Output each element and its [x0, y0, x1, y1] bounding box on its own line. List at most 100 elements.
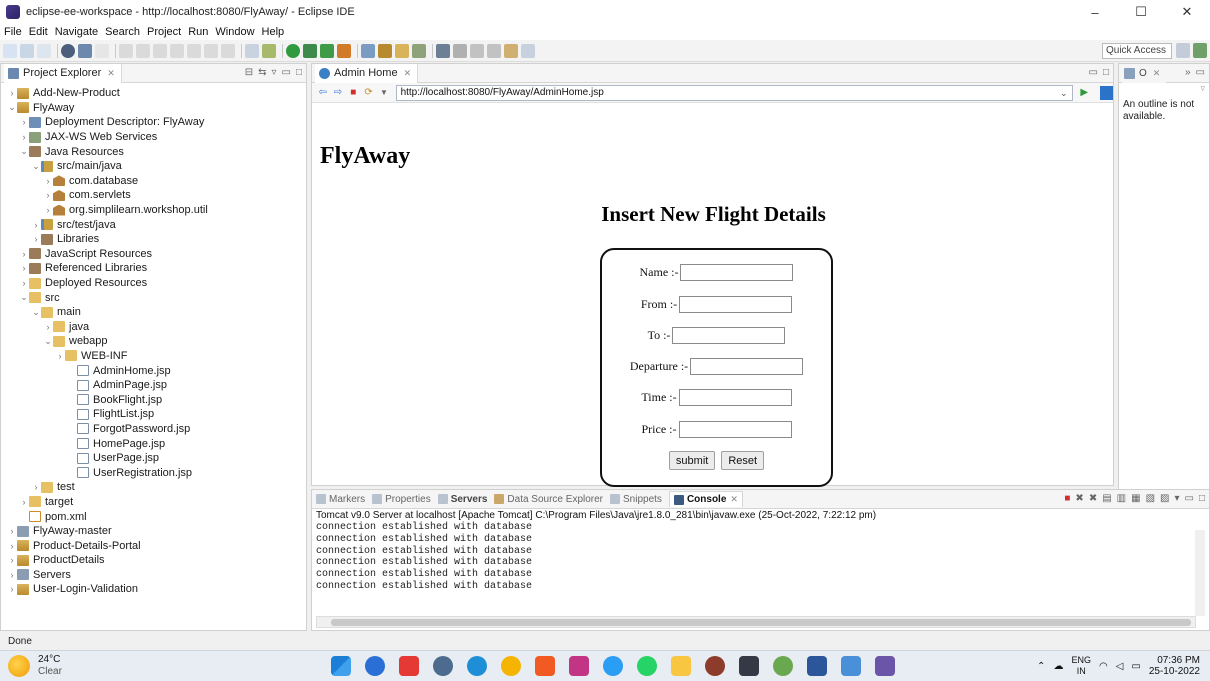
tree-item[interactable]: ⌄ src/main/java	[1, 159, 306, 174]
tree-item[interactable]: BookFlight.jsp	[1, 392, 306, 407]
chevron-right-icon[interactable]: ›	[43, 322, 53, 332]
close-tab-icon[interactable]: ✕	[404, 68, 412, 79]
minimize-view-icon[interactable]: ▭	[1185, 493, 1194, 504]
chevron-right-icon[interactable]: ›	[7, 570, 17, 580]
view-menu-icon[interactable]: ▿	[271, 67, 276, 78]
previous-annotation-icon[interactable]	[487, 43, 501, 58]
tree-item[interactable]: ⌄ webapp	[1, 334, 306, 349]
step-over-icon[interactable]	[204, 43, 218, 58]
terminal-icon[interactable]	[78, 43, 92, 58]
tree-item[interactable]: › org.simplilearn.workshop.util	[1, 203, 306, 218]
tree-item[interactable]: FlightList.jsp	[1, 407, 306, 422]
close-tab-icon[interactable]: ✕	[730, 494, 738, 505]
console-output[interactable]: connection established with database con…	[312, 522, 1209, 593]
tree-item[interactable]: › src/test/java	[1, 217, 306, 232]
forward-icon[interactable]	[521, 43, 535, 58]
maximize-view-icon[interactable]: □	[1199, 493, 1205, 504]
open-type-icon[interactable]	[245, 43, 259, 58]
menu-help[interactable]: Help	[262, 26, 285, 38]
tree-item[interactable]: › JAX-WS Web Services	[1, 130, 306, 145]
minimize-view-icon[interactable]: ▭	[1196, 67, 1205, 78]
submit-button[interactable]: submit	[668, 451, 716, 470]
open-external-browser-icon[interactable]	[1099, 85, 1114, 100]
weather-widget[interactable]: 24°C Clear	[8, 654, 62, 678]
close-tab-icon[interactable]: ✕	[1153, 68, 1161, 79]
tree-item[interactable]: › java	[1, 320, 306, 335]
wifi-icon[interactable]: ◠	[1099, 661, 1108, 672]
chrome-icon[interactable]	[501, 656, 521, 676]
word-wrap-icon[interactable]: ▦	[1131, 493, 1140, 504]
open-perspective-button[interactable]	[1176, 43, 1190, 58]
chevron-up-icon[interactable]: ⌃	[1037, 661, 1045, 672]
terminate-icon[interactable]	[153, 43, 167, 58]
tree-item[interactable]: › Libraries	[1, 232, 306, 247]
language-indicator[interactable]: ENG IN	[1071, 655, 1091, 677]
word-icon[interactable]	[807, 656, 827, 676]
whatsapp-icon[interactable]	[637, 656, 657, 676]
tree-item[interactable]: › WEB-INF	[1, 349, 306, 364]
tree-item[interactable]: › FlyAway-master	[1, 524, 306, 539]
chevron-right-icon[interactable]: ›	[7, 541, 17, 551]
quick-access-field[interactable]: Quick Access	[1102, 43, 1172, 59]
eclipse-taskbar-icon[interactable]	[875, 656, 895, 676]
chevron-right-icon[interactable]: ›	[43, 205, 53, 215]
instagram-icon[interactable]	[569, 656, 589, 676]
tree-item[interactable]: ForgotPassword.jsp	[1, 422, 306, 437]
edge-icon[interactable]	[467, 656, 487, 676]
tab-markers[interactable]: Markers	[316, 494, 365, 505]
back-icon[interactable]	[504, 43, 518, 58]
menu-file[interactable]: File	[4, 26, 22, 38]
tree-item[interactable]: AdminPage.jsp	[1, 378, 306, 393]
tab-properties[interactable]: Properties	[372, 494, 431, 505]
volume-icon[interactable]: ◁	[1116, 661, 1124, 672]
departure-input[interactable]	[690, 358, 804, 375]
display-selected-console-icon[interactable]: ▨	[1160, 493, 1169, 504]
tree-item[interactable]: › com.database	[1, 174, 306, 189]
clear-console-icon[interactable]: ▤	[1102, 493, 1111, 504]
spring-icon[interactable]	[773, 656, 793, 676]
coverage-icon[interactable]	[303, 43, 317, 58]
tree-item[interactable]: › JavaScript Resources	[1, 247, 306, 262]
tab-snippets[interactable]: Snippets	[610, 494, 662, 505]
menu-window[interactable]: Window	[215, 26, 254, 38]
url-dropdown-icon[interactable]: ⌄	[1060, 86, 1068, 100]
tree-item[interactable]: ⌄ Java Resources	[1, 144, 306, 159]
url-input[interactable]: http://localhost:8080/FlyAway/AdminHome.…	[395, 84, 1073, 101]
battery-icon[interactable]: ▭	[1131, 661, 1140, 672]
new-package-icon[interactable]	[378, 43, 392, 58]
open-console-icon[interactable]: ▾	[1174, 493, 1179, 504]
minimize-view-icon[interactable]: ▭	[282, 67, 291, 78]
reset-button[interactable]: Reset	[721, 451, 765, 470]
tree-item[interactable]: › Add-New-Product	[1, 86, 306, 101]
chevron-right-icon[interactable]: ›	[19, 263, 29, 273]
tree-item[interactable]: › ProductDetails	[1, 553, 306, 568]
settings-gear-icon[interactable]	[433, 656, 453, 676]
menu-run[interactable]: Run	[188, 26, 208, 38]
chevron-right-icon[interactable]: ›	[31, 234, 41, 244]
file-explorer-icon[interactable]	[671, 656, 691, 676]
photos-icon[interactable]	[841, 656, 861, 676]
tree-item[interactable]: › Referenced Libraries	[1, 261, 306, 276]
go-icon[interactable]: ▶	[1079, 87, 1090, 99]
run-icon[interactable]	[320, 43, 334, 58]
chevron-right-icon[interactable]: ›	[19, 249, 29, 259]
to-input[interactable]	[672, 327, 786, 344]
tree-item[interactable]: › Deployed Resources	[1, 276, 306, 291]
chevron-right-icon[interactable]: ›	[43, 176, 53, 186]
tree-item[interactable]: › Deployment Descriptor: FlyAway	[1, 115, 306, 130]
new-class-icon[interactable]	[395, 43, 409, 58]
name-input[interactable]	[680, 264, 794, 281]
chevron-right-icon[interactable]: ›	[31, 482, 41, 492]
close-tab-icon[interactable]: ✕	[107, 68, 115, 79]
view-overflow-icon[interactable]: »	[1185, 67, 1191, 78]
minimize-view-icon[interactable]: ▭	[1089, 67, 1098, 78]
scroll-lock-icon[interactable]: ▥	[1117, 493, 1126, 504]
tree-item[interactable]: ⌄ FlyAway	[1, 101, 306, 116]
tab-outline[interactable]: O ✕	[1122, 63, 1167, 83]
java-ee-perspective-icon[interactable]	[1193, 43, 1207, 58]
tree-item[interactable]: UserRegistration.jsp	[1, 465, 306, 480]
back-arrow-icon[interactable]: ⇦	[317, 87, 328, 99]
chevron-right-icon[interactable]: ›	[19, 132, 29, 142]
refresh-icon[interactable]: ⟳	[363, 87, 374, 99]
tree-item[interactable]: ⌄ src	[1, 290, 306, 305]
